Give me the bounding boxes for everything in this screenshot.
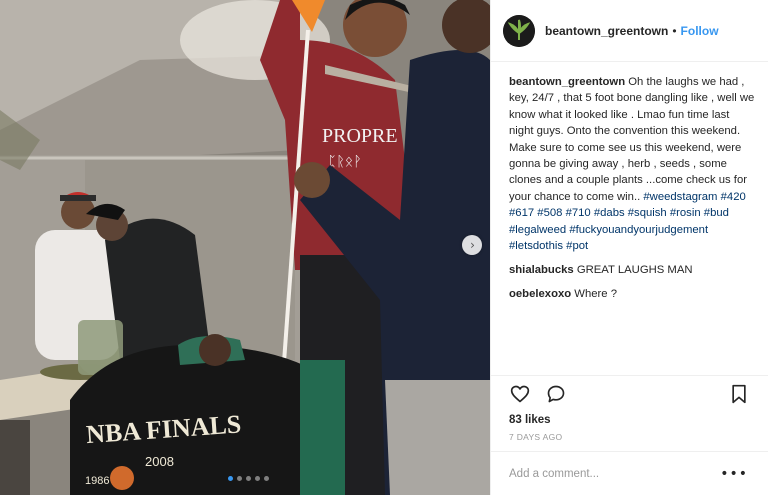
comment-username[interactable]: shialabucks	[509, 264, 574, 276]
post-photo[interactable]: PROPRE ᛈᚱᛟᚹ NBA FINALS 2008 1986 ›	[0, 0, 490, 495]
carousel-dot	[255, 476, 260, 481]
instagram-post-modal: PROPRE ᛈᚱᛟᚹ NBA FINALS 2008 1986 › beant…	[0, 0, 768, 495]
hashtag-link[interactable]: #legalweed	[509, 224, 566, 236]
avatar[interactable]	[503, 14, 535, 47]
save-button[interactable]	[728, 383, 750, 405]
caption-text: Oh the laughs we had , key, 24/7 , that …	[509, 76, 755, 203]
hashtag-link[interactable]: #420	[721, 191, 746, 203]
hashtag-link[interactable]: #rosin	[670, 207, 701, 219]
comments-section[interactable]: beantown_greentown Oh the laughs we had …	[491, 62, 768, 375]
hashtag-link[interactable]: #dabs	[594, 207, 625, 219]
hashtag-link[interactable]: #letsdothis	[509, 240, 563, 252]
caption: beantown_greentown Oh the laughs we had …	[509, 74, 756, 254]
comment-text: GREAT LAUGHS MAN	[576, 264, 693, 277]
header-username[interactable]: beantown_greentown	[545, 24, 668, 38]
action-bar	[491, 375, 768, 411]
comment-input[interactable]	[509, 467, 709, 480]
hashtag-link[interactable]: #pot	[566, 240, 588, 252]
cannabis-leaf-icon	[503, 14, 535, 47]
comment-username[interactable]: oebelexoxo	[509, 288, 571, 300]
chevron-right-icon: ›	[470, 238, 475, 252]
next-photo-button[interactable]: ›	[462, 235, 482, 255]
hashtag-link[interactable]: #710	[566, 207, 591, 219]
carousel-dot	[237, 476, 242, 481]
comment-item: shialabucks GREAT LAUGHS MAN	[509, 262, 756, 278]
more-options-button[interactable]: •••	[720, 466, 748, 482]
hashtag-link[interactable]: #squish	[628, 207, 667, 219]
speech-bubble-icon	[547, 385, 565, 402]
hashtag-link[interactable]: #fuckyouandyourjudgement	[569, 224, 708, 236]
carousel-dot	[264, 476, 269, 481]
caption-username[interactable]: beantown_greentown	[509, 76, 625, 88]
carousel-dot	[228, 476, 233, 481]
bookmark-icon	[732, 384, 746, 404]
hoodie-print: PROPRE	[322, 125, 398, 147]
photo-scene: PROPRE ᛈᚱᛟᚹ NBA FINALS 2008 1986	[0, 0, 490, 495]
hashtag-link[interactable]: #bud	[704, 207, 729, 219]
basketball-graphic	[110, 466, 134, 490]
hashtag-link[interactable]: #508	[537, 207, 562, 219]
hashtag-link[interactable]: #617	[509, 207, 534, 219]
comment-button[interactable]	[545, 383, 567, 405]
jacket-year-bottom-1: 1986	[85, 475, 109, 487]
comment-item: oebelexoxo Where ?	[509, 286, 756, 302]
comment-text: Where ?	[574, 288, 617, 301]
hashtag-link[interactable]: #weedstagram	[643, 191, 717, 203]
carousel-indicator	[228, 476, 269, 481]
like-button[interactable]	[509, 383, 531, 405]
follow-button[interactable]: Follow	[681, 24, 719, 38]
post-header: beantown_greentown • Follow	[491, 0, 768, 62]
likes-count[interactable]: 83 likes	[491, 411, 768, 429]
heart-icon	[510, 385, 530, 402]
header-separator: •	[672, 23, 677, 38]
timestamp[interactable]: 7 DAYS AGO	[491, 429, 768, 445]
post-sidebar: beantown_greentown • Follow beantown_gre…	[490, 0, 768, 495]
jacket-year: 2008	[145, 454, 174, 469]
add-comment-bar: •••	[491, 451, 768, 495]
carousel-dot	[246, 476, 251, 481]
